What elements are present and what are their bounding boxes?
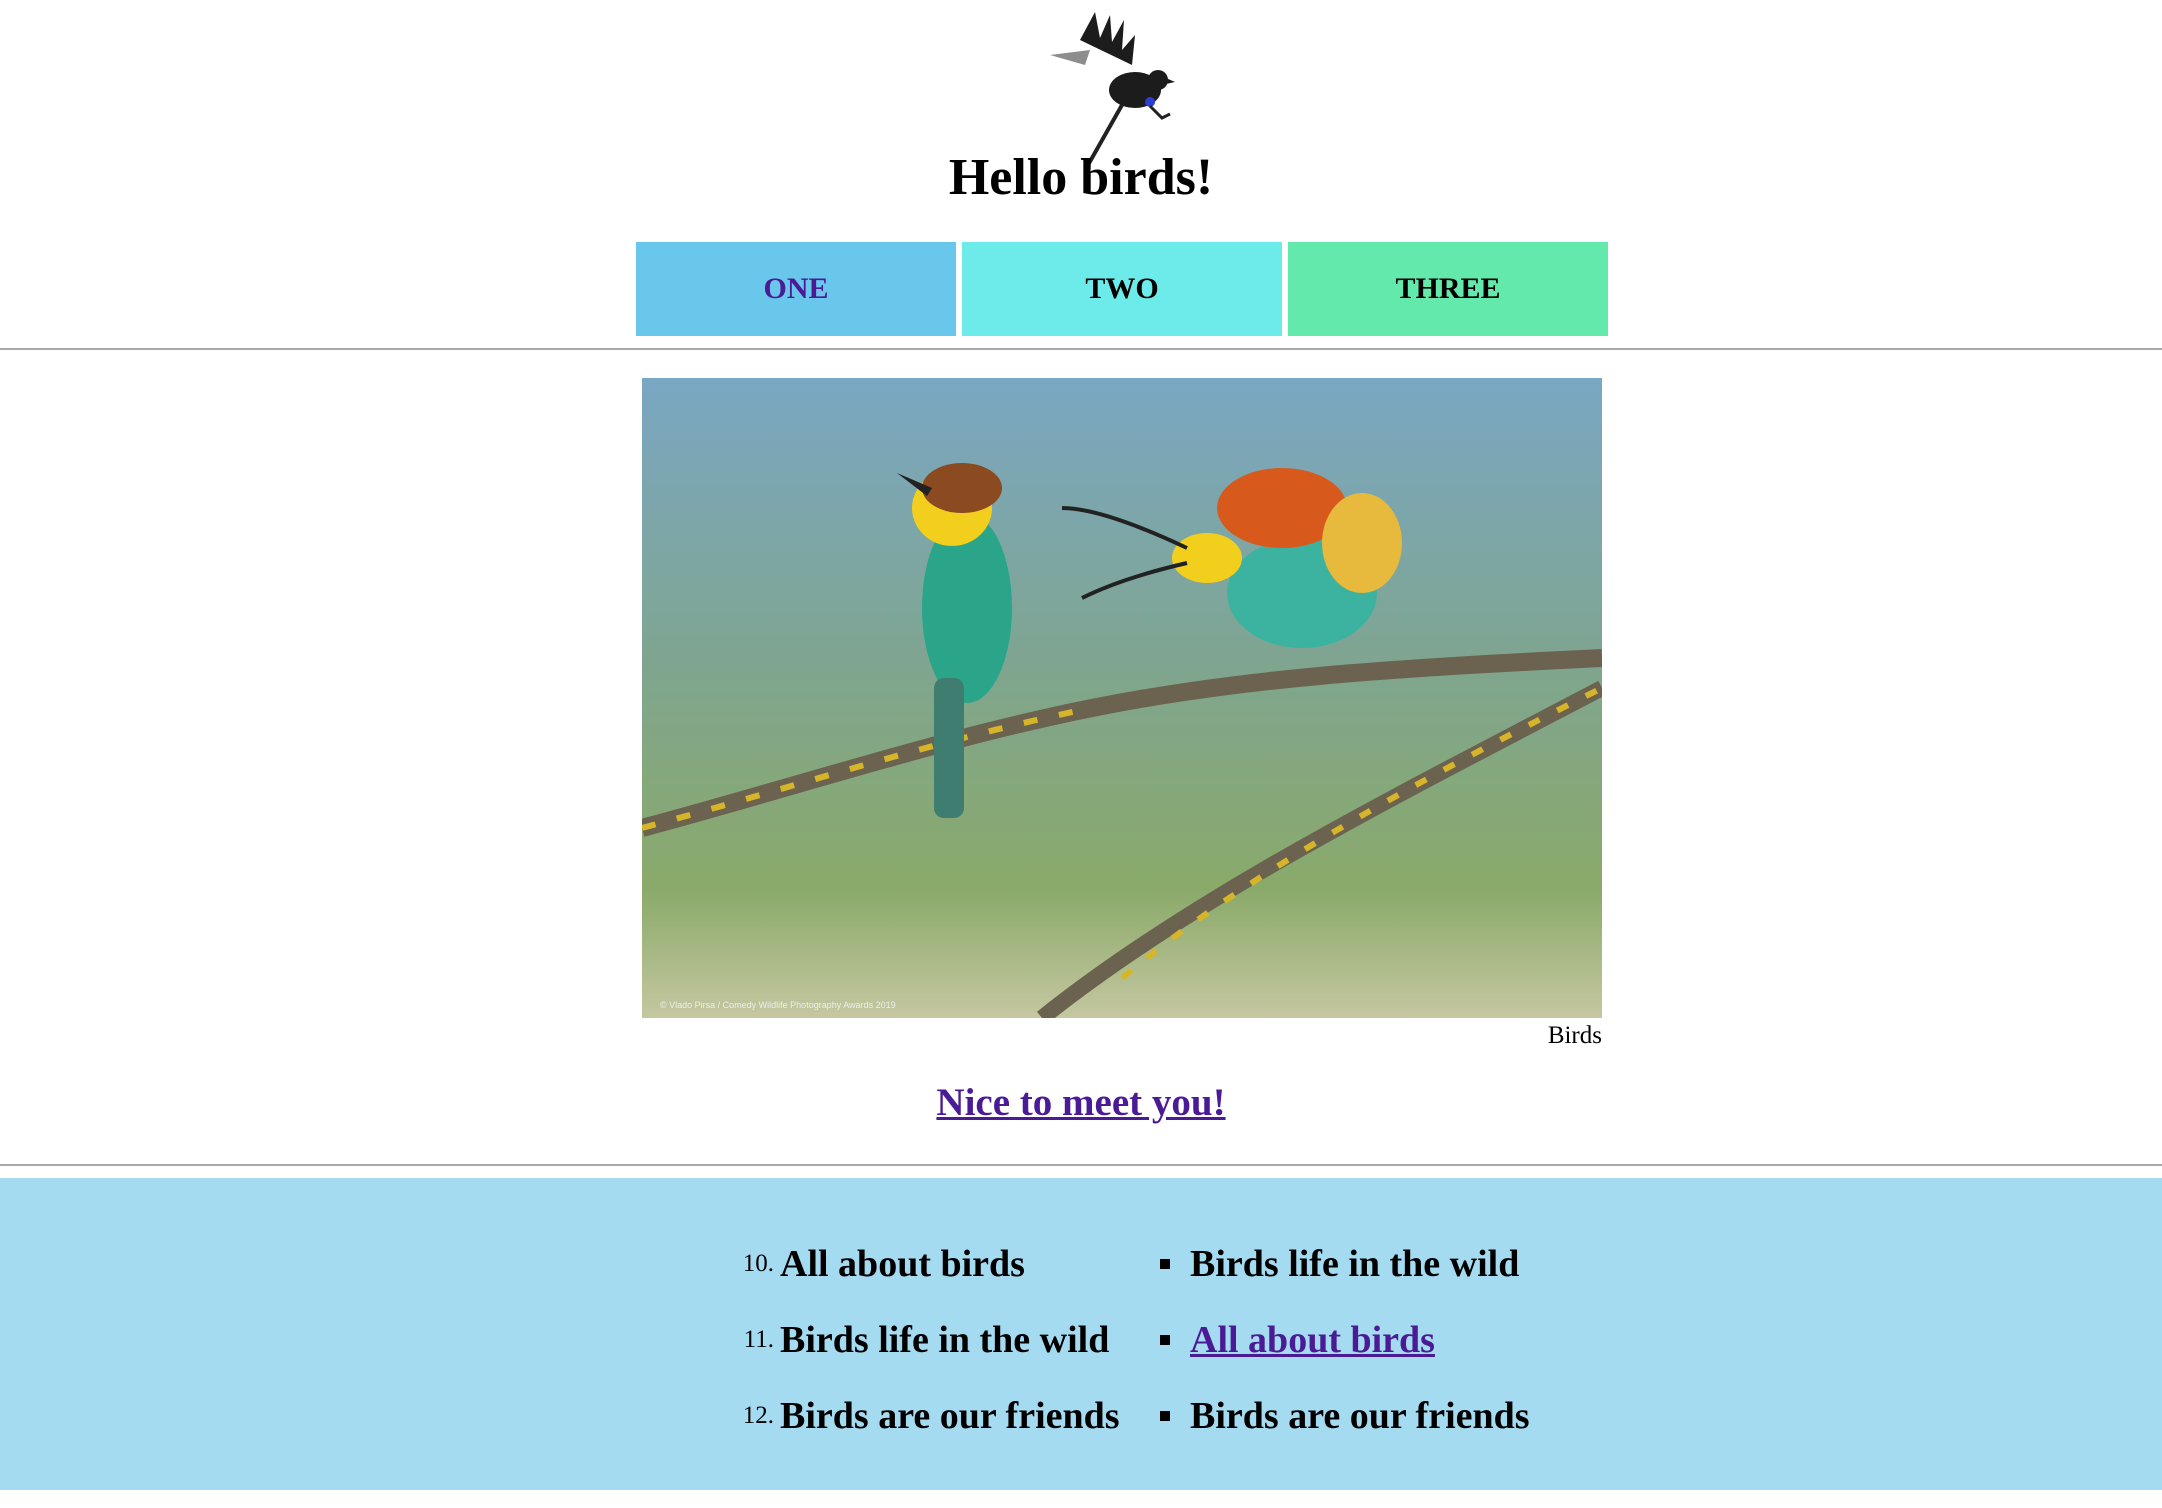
list-text: Birds are our friends	[780, 1395, 1120, 1437]
divider	[0, 1164, 2162, 1166]
list-number: 10.	[742, 1250, 774, 1277]
footer: 10. All about birds 11. Birds life in th…	[0, 1178, 2162, 1490]
page-title: Hello birds!	[948, 149, 1214, 206]
greeting-link[interactable]: Nice to meet you!	[936, 1081, 1225, 1124]
ordered-list: 10. All about birds 11. Birds life in th…	[734, 1226, 1120, 1454]
nav-item-one[interactable]: ONE	[636, 242, 956, 336]
list-text: Birds life in the wild	[780, 1319, 1110, 1361]
list-text: All about birds	[780, 1243, 1025, 1285]
unordered-list: Birds life in the wild All about birds B…	[1160, 1226, 1530, 1454]
list-item: All about birds	[1160, 1302, 1530, 1378]
list-item: Birds are our friends	[1160, 1378, 1530, 1454]
list-item: 12. Birds are our friends	[734, 1378, 1120, 1454]
bullet-icon	[1160, 1411, 1170, 1421]
list-item: 11. Birds life in the wild	[734, 1302, 1120, 1378]
list-item: Birds life in the wild	[1160, 1226, 1530, 1302]
list-link[interactable]: All about birds	[1190, 1318, 1435, 1362]
bullet-icon	[1160, 1259, 1170, 1269]
photo-credit: © Vlado Pirsa / Comedy Wildlife Photogra…	[660, 1000, 896, 1010]
bee-eater-birds-image: © Vlado Pirsa / Comedy Wildlife Photogra…	[642, 378, 1602, 1018]
list-text: Birds are our friends	[1190, 1395, 1530, 1437]
list-number: 11.	[743, 1326, 774, 1353]
divider	[0, 348, 2162, 350]
list-item: 10. All about birds	[734, 1226, 1120, 1302]
nav-item-two[interactable]: TWO	[962, 242, 1282, 336]
figure-caption: Birds	[1547, 1022, 1602, 1049]
list-text: Birds life in the wild	[1190, 1243, 1520, 1285]
bird-photo: © Vlado Pirsa / Comedy Wildlife Photogra…	[642, 378, 1602, 1018]
nav-item-three[interactable]: THREE	[1288, 242, 1608, 336]
bullet-icon	[1160, 1335, 1170, 1345]
greeting-heading: Nice to meet you!	[0, 1080, 2162, 1125]
list-number: 12.	[742, 1402, 774, 1429]
